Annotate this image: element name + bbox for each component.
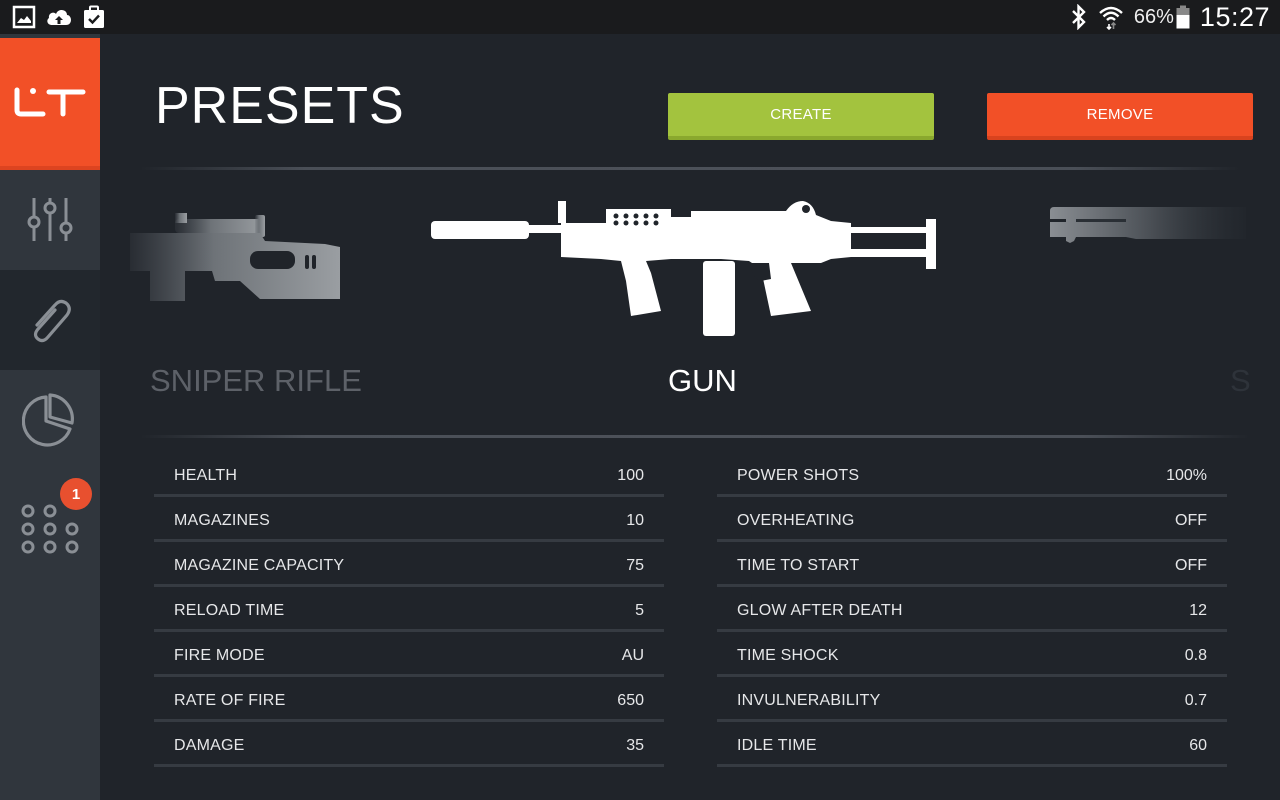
stat-value: 35 — [626, 737, 644, 754]
stat-label: MAGAZINES — [174, 512, 271, 529]
stat-row-power-shots[interactable]: POWER SHOTS 100% — [717, 452, 1227, 497]
pie-chart-icon — [22, 393, 74, 447]
carousel-slide-next[interactable]: S — [1040, 171, 1280, 435]
stat-row-magazines[interactable]: MAGAZINES 10 — [154, 497, 664, 542]
status-bar: 66% 15:27 — [0, 0, 1280, 34]
stat-value: OFF — [1175, 512, 1207, 529]
stat-row-damage[interactable]: DAMAGE 35 — [154, 722, 664, 767]
stat-row-time-to-start[interactable]: TIME TO START OFF — [717, 542, 1227, 587]
clipboard-check-icon — [84, 5, 104, 28]
stat-label: INVULNERABILITY — [737, 692, 881, 709]
stat-label: RELOAD TIME — [174, 602, 285, 619]
stat-row-glow-after-death[interactable]: GLOW AFTER DEATH 12 — [717, 587, 1227, 632]
sidebar-item-tuning[interactable] — [0, 170, 100, 270]
presets-screen: PRESETS CREATE REMOVE SNIPER RIFLE GUN S… — [100, 34, 1280, 800]
machine-gun-icon — [431, 201, 936, 336]
weapon-carousel[interactable]: SNIPER RIFLE GUN S — [100, 171, 1280, 435]
stat-row-reload-time[interactable]: RELOAD TIME 5 — [154, 587, 664, 632]
lt-logo-icon — [14, 87, 86, 117]
stat-label: POWER SHOTS — [737, 467, 860, 484]
stats-right-column: POWER SHOTS 100% OVERHEATING OFF TIME TO S… — [717, 452, 1227, 767]
stat-label: HEALTH — [174, 467, 238, 484]
system-status: 66% 15:27 — [1070, 0, 1270, 34]
sliders-icon — [27, 198, 73, 241]
paperclip-icon — [33, 299, 71, 343]
notification-icons — [12, 5, 106, 29]
stat-value: 0.8 — [1184, 647, 1207, 664]
stat-label: RATE OF FIRE — [174, 692, 286, 709]
stat-value: 10 — [626, 512, 644, 529]
stat-label: DAMAGE — [174, 737, 245, 754]
stat-value: 0.7 — [1184, 692, 1207, 709]
sidebar-item-apps[interactable]: 1 — [0, 470, 100, 570]
stat-row-rate-of-fire[interactable]: RATE OF FIRE 650 — [154, 677, 664, 722]
carousel-slide-prev[interactable]: SNIPER RIFLE — [130, 171, 390, 435]
stat-row-idle-time[interactable]: IDLE TIME 60 — [717, 722, 1227, 767]
stat-label: OVERHEATING — [737, 512, 855, 529]
remove-button[interactable]: REMOVE — [987, 93, 1253, 140]
stat-label: GLOW AFTER DEATH — [737, 602, 903, 619]
stat-value: 12 — [1189, 602, 1207, 619]
carousel-slide-current[interactable]: GUN — [425, 171, 945, 435]
carousel-label-current: GUN — [668, 363, 737, 398]
stat-value: 75 — [626, 557, 644, 574]
app-logo[interactable] — [0, 38, 100, 170]
divider — [140, 435, 1250, 438]
stat-row-time-shock[interactable]: TIME SHOCK 0.8 — [717, 632, 1227, 677]
stat-row-magazine-capacity[interactable]: MAGAZINE CAPACITY 75 — [154, 542, 664, 587]
sidebar: 1 — [0, 34, 100, 800]
cloud-upload-icon — [47, 9, 71, 25]
battery-icon — [1176, 5, 1190, 29]
stat-value: 100% — [1166, 467, 1207, 484]
notification-badge: 1 — [60, 478, 92, 510]
sidebar-item-presets[interactable] — [0, 270, 100, 370]
sniper-rifle-icon — [130, 213, 340, 301]
stat-value: 650 — [617, 692, 644, 709]
carousel-label-next: S — [1230, 363, 1251, 398]
stat-value: OFF — [1175, 557, 1207, 574]
stats-left-column: HEALTH 100 MAGAZINES 10 MAGAZINE CAPACITY 7… — [154, 452, 664, 767]
stat-row-health[interactable]: HEALTH 100 — [154, 452, 664, 497]
carousel-label-prev: SNIPER RIFLE — [150, 363, 362, 398]
dots-grid-icon — [21, 504, 79, 554]
stat-label: MAGAZINE CAPACITY — [174, 557, 345, 574]
stat-value: 5 — [635, 602, 644, 619]
stat-value: 100 — [617, 467, 644, 484]
bluetooth-icon — [1072, 4, 1086, 30]
gallery-icon — [12, 5, 36, 29]
create-button[interactable]: CREATE — [668, 93, 934, 140]
clock: 15:27 — [1199, 1, 1270, 32]
stat-value: AU — [621, 647, 644, 664]
stat-row-overheating[interactable]: OVERHEATING OFF — [717, 497, 1227, 542]
stat-label: IDLE TIME — [737, 737, 817, 754]
stat-value: 60 — [1189, 737, 1207, 754]
stat-label: TIME SHOCK — [737, 647, 839, 664]
stat-row-invulnerability[interactable]: INVULNERABILITY 0.7 — [717, 677, 1227, 722]
page-title: PRESETS — [155, 77, 405, 135]
divider — [140, 167, 1240, 170]
battery-percent: 66% — [1133, 5, 1174, 28]
stat-label: TIME TO START — [737, 557, 860, 574]
stat-label: FIRE MODE — [174, 647, 265, 664]
sidebar-item-statistics[interactable] — [0, 370, 100, 470]
wifi-icon — [1099, 6, 1123, 30]
shotgun-icon — [1050, 207, 1246, 243]
stat-row-fire-mode[interactable]: FIRE MODE AU — [154, 632, 664, 677]
